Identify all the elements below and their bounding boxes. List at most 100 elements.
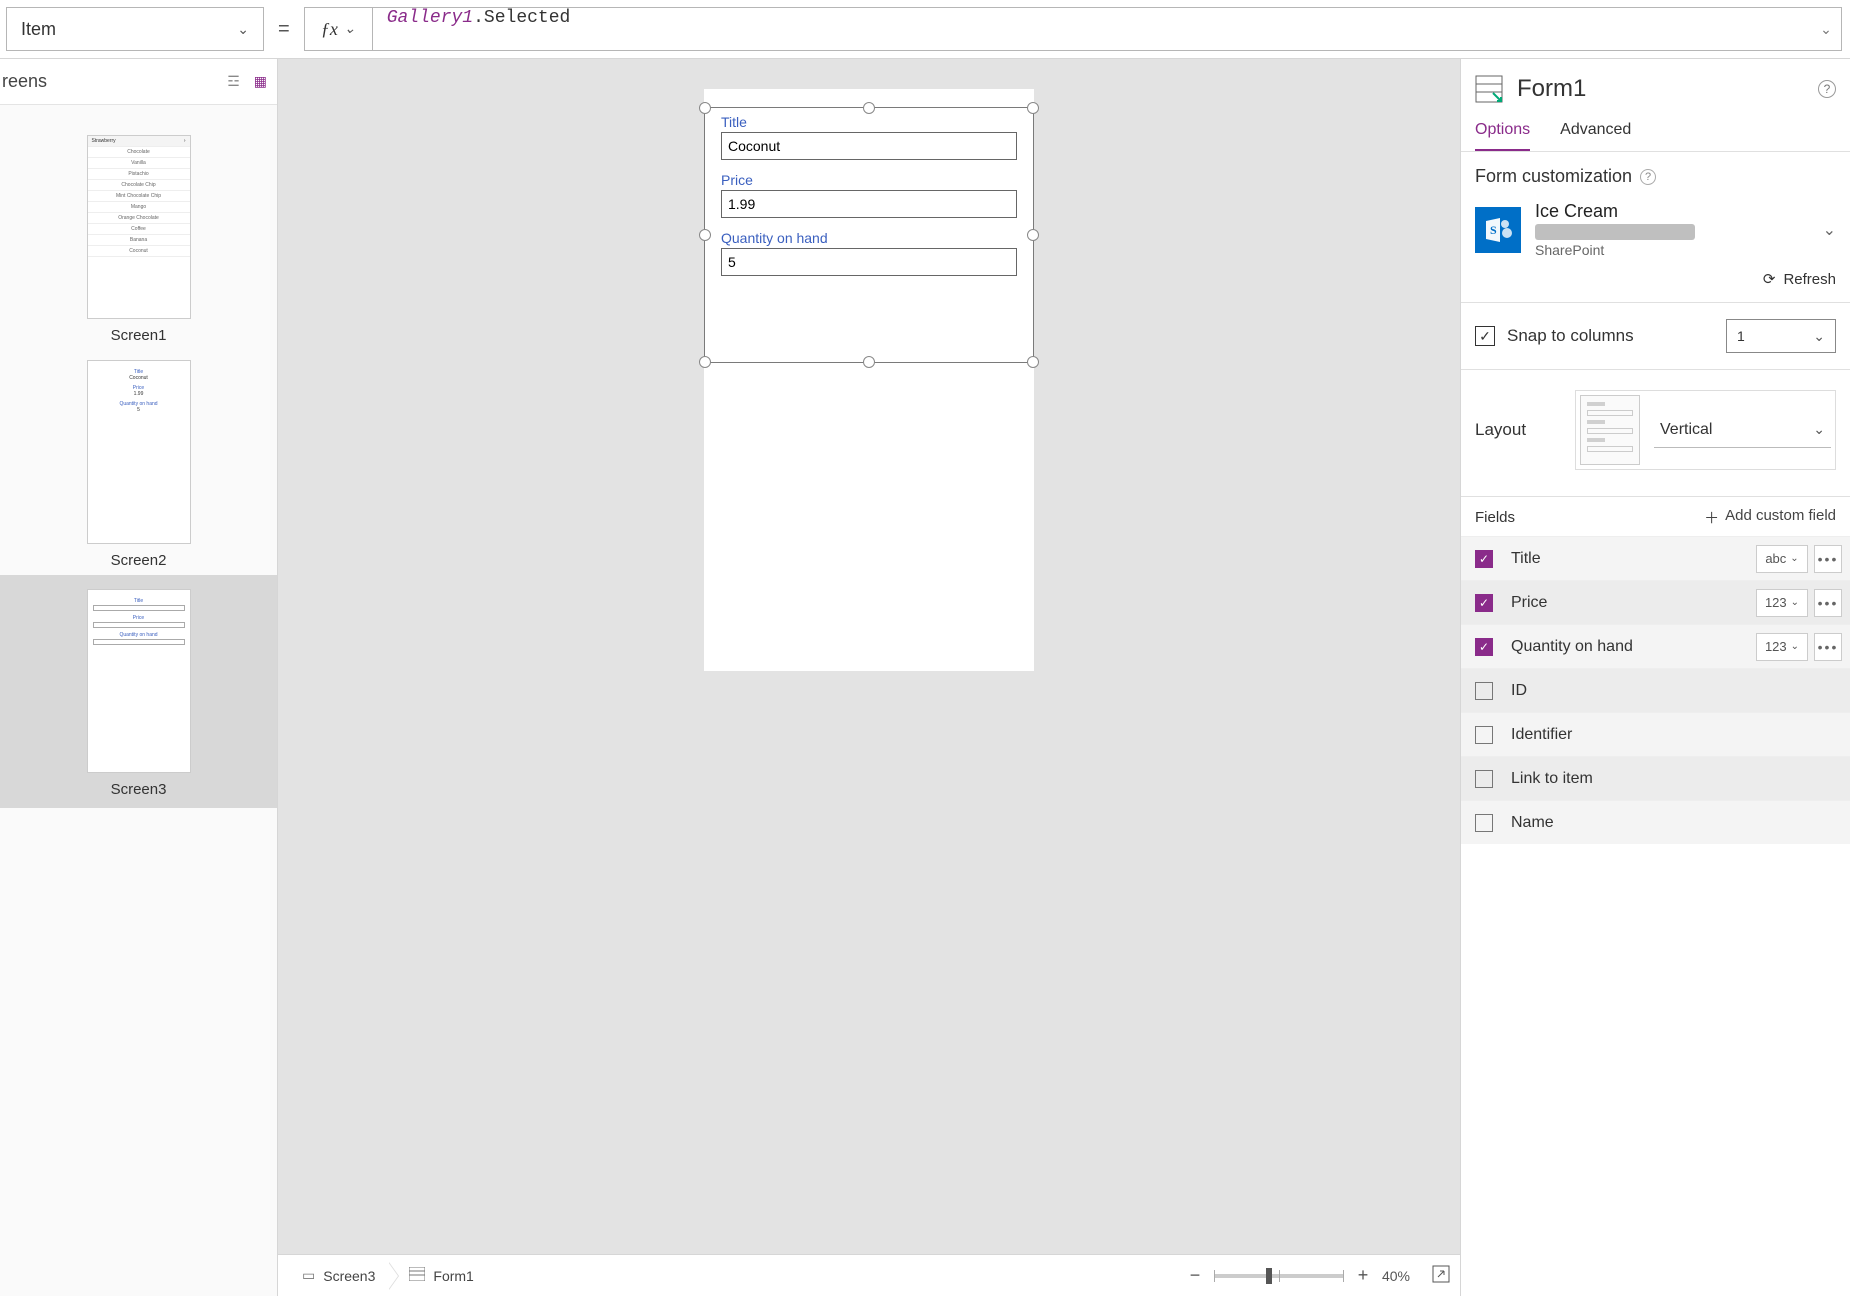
refresh-button[interactable]: ⟳ Refresh	[1461, 266, 1850, 302]
list-view-icon[interactable]: ☲	[227, 73, 240, 90]
datasource-service: SharePoint	[1535, 242, 1809, 258]
resize-handle[interactable]	[699, 102, 711, 114]
screen-thumbnail[interactable]: TitlePriceQuantity on hand	[87, 589, 191, 773]
properties-panel: Form1 ? Options Advanced Form customizat…	[1460, 59, 1850, 1296]
formula-expand-icon[interactable]: ⌄	[1811, 21, 1841, 38]
snap-columns-label: Snap to columns	[1507, 326, 1714, 346]
zoom-slider[interactable]	[1214, 1274, 1344, 1278]
form-field-label: Price	[721, 172, 1017, 188]
resize-handle[interactable]	[1027, 356, 1039, 368]
field-checkbox[interactable]	[1475, 726, 1493, 744]
property-selector[interactable]: Item ⌄	[6, 7, 264, 51]
fields-header: Fields	[1475, 509, 1515, 526]
field-type-selector[interactable]: abc⌄	[1756, 545, 1808, 573]
formula-bar[interactable]: ƒx ⌄ Gallery1.Selected ⌄	[304, 7, 1842, 51]
breadcrumb-screen[interactable]: ▭ Screen3	[288, 1262, 389, 1290]
field-name: Link to item	[1511, 770, 1842, 788]
zoom-out-button[interactable]: −	[1186, 1265, 1204, 1286]
field-more-icon[interactable]: •••	[1814, 545, 1842, 573]
section-title: Form customization	[1475, 166, 1632, 187]
tab-advanced[interactable]: Advanced	[1560, 115, 1631, 151]
property-selector-value: Item	[21, 19, 56, 40]
chevron-down-icon: ⌄	[1813, 328, 1825, 345]
datasource-name: Ice Cream	[1535, 201, 1809, 222]
breadcrumb-label: Screen3	[323, 1268, 375, 1284]
redacted-text	[1535, 224, 1695, 240]
resize-handle[interactable]	[1027, 102, 1039, 114]
snap-columns-checkbox[interactable]: ✓	[1475, 326, 1495, 346]
screen-thumbnail-label: Screen1	[30, 327, 247, 344]
form-field-input[interactable]	[721, 190, 1017, 218]
help-icon[interactable]: ?	[1818, 80, 1836, 98]
resize-handle[interactable]	[1027, 229, 1039, 241]
chevron-down-icon: ⌄	[344, 21, 356, 38]
breadcrumb-separator	[389, 1262, 399, 1290]
field-name: Name	[1511, 814, 1842, 832]
field-checkbox[interactable]: ✓	[1475, 638, 1493, 656]
layout-label: Layout	[1475, 420, 1555, 440]
zoom-controls: − + 40%	[1186, 1265, 1450, 1286]
field-row: ✓ Titleabc⌄•••	[1461, 536, 1850, 580]
form-field-label: Quantity on hand	[721, 230, 1017, 246]
screen-thumbnail-label: Screen2	[30, 552, 247, 569]
field-type-selector[interactable]: 123⌄	[1756, 589, 1808, 617]
field-checkbox[interactable]: ✓	[1475, 594, 1493, 612]
form-field-input[interactable]	[721, 248, 1017, 276]
field-row: ID	[1461, 668, 1850, 712]
layout-value: Vertical	[1660, 421, 1712, 439]
screen-thumbnail[interactable]: Strawberry›ChocolateVanillaPistachioChoc…	[87, 135, 191, 319]
field-more-icon[interactable]: •••	[1814, 633, 1842, 661]
field-checkbox[interactable]	[1475, 770, 1493, 788]
zoom-percentage: 40%	[1382, 1268, 1410, 1284]
resize-handle[interactable]	[863, 356, 875, 368]
datasource-selector[interactable]: S Ice Cream SharePoint ⌄	[1461, 197, 1850, 266]
form-control[interactable]: Title Price Quantity on hand	[704, 107, 1034, 363]
field-more-icon[interactable]: •••	[1814, 589, 1842, 617]
grid-view-icon[interactable]: ▦	[254, 73, 267, 90]
sharepoint-icon: S	[1475, 207, 1521, 253]
formula-input[interactable]: Gallery1.Selected	[373, 8, 1811, 50]
resize-handle[interactable]	[863, 102, 875, 114]
layout-preview	[1580, 395, 1640, 465]
form-field-label: Title	[721, 114, 1017, 130]
layout-select[interactable]: Vertical ⌄	[1654, 412, 1831, 448]
plus-icon: ＋	[1704, 507, 1719, 528]
chevron-down-icon: ⌄	[237, 21, 249, 38]
add-field-label: Add custom field	[1725, 507, 1836, 528]
field-checkbox[interactable]	[1475, 682, 1493, 700]
formula-part-prop: .Selected	[473, 8, 570, 28]
svg-text:S: S	[1490, 223, 1497, 237]
snap-columns-value: 1	[1737, 328, 1745, 344]
form-icon	[1475, 75, 1503, 103]
formula-part-object: Gallery1	[387, 8, 473, 28]
add-custom-field[interactable]: ＋ Add custom field	[1704, 507, 1836, 528]
resize-handle[interactable]	[699, 356, 711, 368]
canvas-footer: ▭ Screen3 Form1 − + 40%	[278, 1254, 1460, 1296]
screen-thumbnail-label: Screen3	[30, 781, 247, 798]
canvas[interactable]: Title Price Quantity on hand ▭ Screen3 For…	[278, 59, 1460, 1296]
field-checkbox[interactable]: ✓	[1475, 550, 1493, 568]
chevron-down-icon: ⌄	[1813, 421, 1825, 438]
form-field-input[interactable]	[721, 132, 1017, 160]
breadcrumb-form[interactable]: Form1	[395, 1262, 487, 1290]
field-name: Price	[1511, 594, 1756, 612]
fx-button[interactable]: ƒx ⌄	[305, 8, 373, 50]
field-name: Title	[1511, 550, 1756, 568]
popout-icon[interactable]	[1432, 1265, 1450, 1286]
tree-view-panel: reens ☲ ▦ Strawberry›ChocolateVanillaPis…	[0, 59, 278, 1296]
screen-thumbnail[interactable]: TitleCoconutPrice1.99Quantity on hand5	[87, 360, 191, 544]
form-icon	[409, 1267, 425, 1284]
equals-sign: =	[274, 18, 294, 41]
field-type-selector[interactable]: 123⌄	[1756, 633, 1808, 661]
field-name: ID	[1511, 682, 1842, 700]
chevron-down-icon: ⌄	[1823, 220, 1836, 240]
snap-columns-count[interactable]: 1 ⌄	[1726, 319, 1836, 353]
resize-handle[interactable]	[699, 229, 711, 241]
info-icon[interactable]: ?	[1640, 169, 1656, 185]
tab-options[interactable]: Options	[1475, 115, 1530, 151]
field-checkbox[interactable]	[1475, 814, 1493, 832]
field-name: Identifier	[1511, 726, 1842, 744]
zoom-in-button[interactable]: +	[1354, 1265, 1372, 1286]
tree-header-label: reens	[0, 71, 47, 92]
screen-device-frame: Title Price Quantity on hand	[704, 89, 1034, 671]
